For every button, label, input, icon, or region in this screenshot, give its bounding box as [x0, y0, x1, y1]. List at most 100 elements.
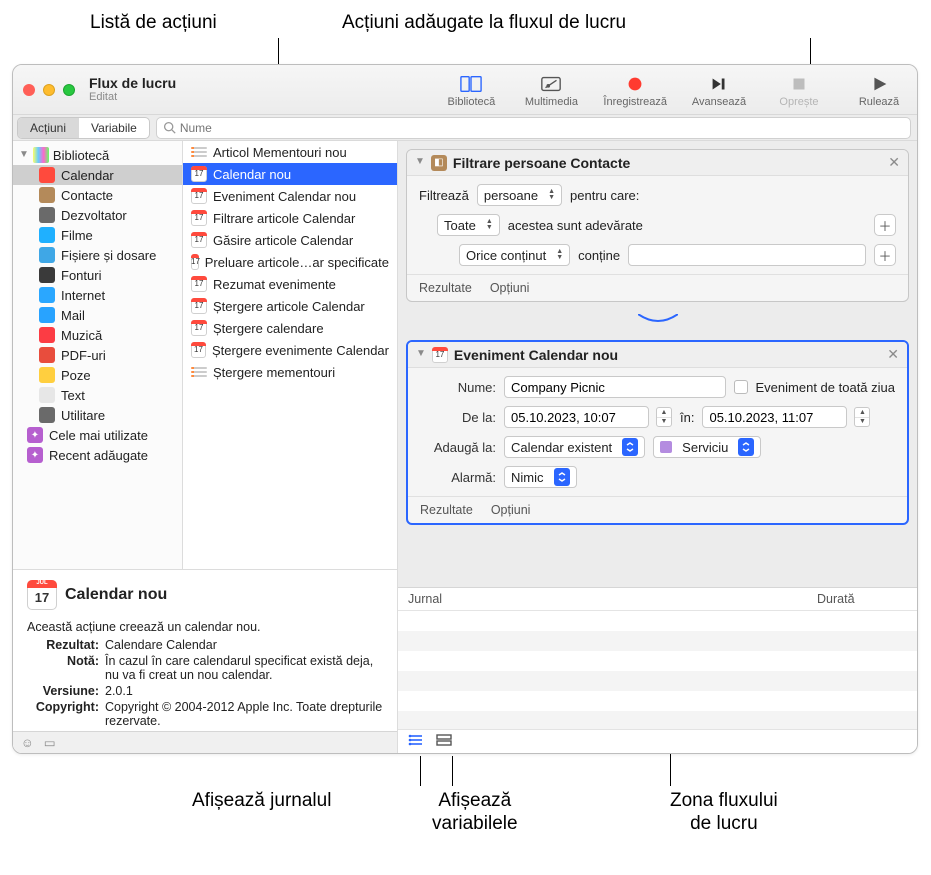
- to-stepper[interactable]: ▲▼: [854, 407, 870, 427]
- category-icon: [39, 187, 55, 203]
- action-item[interactable]: Ștergere mementouri: [183, 361, 397, 383]
- card-results-button[interactable]: Rezultate: [419, 281, 472, 295]
- library-root[interactable]: ▼ Bibliotecă: [13, 145, 182, 165]
- toolbar-media-label: Multimedia: [525, 96, 578, 108]
- dropdown-icon: [554, 468, 570, 486]
- close-window-button[interactable]: [23, 84, 35, 96]
- sidebar-category-fi-iere-i-dosare[interactable]: Fișiere și dosare: [13, 245, 182, 265]
- sidebar-smart-cele-mai-utilizate[interactable]: ✦Cele mai utilizate: [13, 425, 182, 445]
- sidebar-category-filme[interactable]: Filme: [13, 225, 182, 245]
- allday-checkbox[interactable]: [734, 380, 748, 394]
- action-label: Găsire articole Calendar: [213, 233, 353, 248]
- add-criteria-button[interactable]: ＋: [874, 244, 896, 266]
- search-input[interactable]: [180, 121, 904, 135]
- info-title-row: Calendar nou: [27, 580, 383, 610]
- seg-variables[interactable]: Variabile: [78, 118, 149, 138]
- emoji-button[interactable]: ☺: [21, 736, 34, 750]
- titlebar: Flux de lucru Editat Bibliotecă Multimed…: [13, 65, 917, 115]
- annotation-action-list: Listă de acțiuni: [90, 12, 217, 35]
- category-icon: [39, 387, 55, 403]
- filter-row: Filtrează persoane ▲▼ pentru care:: [419, 184, 896, 206]
- workflow-action-filter-contacts[interactable]: ▼ ◧ Filtrare persoane Contacte ✕ Filtrea…: [406, 149, 909, 302]
- action-item[interactable]: Articol Mementouri nou: [183, 141, 397, 163]
- seg-actions[interactable]: Acțiuni: [18, 118, 78, 138]
- sidebar-smart-recent-ad-ugate[interactable]: ✦Recent adăugate: [13, 445, 182, 465]
- toolbar-library-button[interactable]: Bibliotecă: [443, 74, 499, 108]
- category-label: Contacte: [61, 188, 113, 203]
- workflow-action-new-calendar-event[interactable]: ▼ Eveniment Calendar nou ✕ Nume: Evenime…: [406, 340, 909, 525]
- chevron-down-icon[interactable]: ▼: [19, 149, 29, 160]
- toolbar-record-label: Înregistrează: [603, 96, 667, 108]
- action-item[interactable]: Calendar nou: [183, 163, 397, 185]
- annotation-workflow-area: Zona fluxului de lucru: [670, 790, 778, 836]
- chevron-down-icon[interactable]: ▼: [415, 156, 425, 167]
- card-options-button[interactable]: Opțiuni: [491, 503, 531, 517]
- smart-folder-icon: ✦: [27, 427, 43, 443]
- sidebar-category-utilitare[interactable]: Utilitare: [13, 405, 182, 425]
- sidebar-category-fonturi[interactable]: Fonturi: [13, 265, 182, 285]
- from-stepper[interactable]: ▲▼: [656, 407, 672, 427]
- annotation-show-log: Afișează jurnalul: [192, 790, 331, 813]
- remove-action-button[interactable]: ✕: [888, 154, 900, 171]
- sidebar-category-dezvoltator[interactable]: Dezvoltator: [13, 205, 182, 225]
- info-statusbar: ☺ ▭: [13, 731, 397, 753]
- fullscreen-window-button[interactable]: [63, 84, 75, 96]
- panel-toggle-button[interactable]: ▭: [44, 735, 56, 750]
- filter-people-select[interactable]: persoane ▲▼: [477, 184, 562, 206]
- toolbar-media-button[interactable]: Multimedia: [523, 74, 579, 108]
- action-label: Preluare articole…ar specificate: [205, 255, 389, 270]
- sidebar-category-internet[interactable]: Internet: [13, 285, 182, 305]
- action-item[interactable]: Filtrare articole Calendar: [183, 207, 397, 229]
- library-root-label: Bibliotecă: [53, 148, 109, 163]
- criteria-value-input[interactable]: [628, 244, 866, 266]
- toolbar-stop-button[interactable]: Oprește: [771, 74, 827, 108]
- category-label: Utilitare: [61, 408, 105, 423]
- toolbar-step-button[interactable]: Avansează: [691, 74, 747, 108]
- event-name-input[interactable]: [504, 376, 726, 398]
- category-label: Dezvoltator: [61, 208, 127, 223]
- chevron-down-icon[interactable]: ▼: [416, 348, 426, 359]
- sidebar-category-text[interactable]: Text: [13, 385, 182, 405]
- show-variables-button[interactable]: [436, 733, 452, 750]
- alarm-select[interactable]: Nimic: [504, 466, 577, 488]
- sidebar-category-muzic-[interactable]: Muzică: [13, 325, 182, 345]
- select-value: Orice conținut: [466, 248, 546, 263]
- toolbar: Bibliotecă Multimedia Înregistrează Avan…: [443, 72, 907, 108]
- info-version-key: Versiune:: [27, 684, 99, 698]
- sidebar-category-poze[interactable]: Poze: [13, 365, 182, 385]
- search-field[interactable]: [156, 117, 911, 139]
- minimize-window-button[interactable]: [43, 84, 55, 96]
- toolbar-record-button[interactable]: Înregistrează: [603, 74, 667, 108]
- action-item[interactable]: Ștergere articole Calendar: [183, 295, 397, 317]
- calendar-icon: [191, 320, 207, 336]
- action-item[interactable]: Rezumat evenimente: [183, 273, 397, 295]
- add-criteria-button[interactable]: ＋: [874, 214, 896, 236]
- toolbar-library-label: Bibliotecă: [448, 96, 496, 108]
- action-item[interactable]: Ștergere evenimente Calendar: [183, 339, 397, 361]
- sidebar-category-pdf-uri[interactable]: PDF-uri: [13, 345, 182, 365]
- card-options-button[interactable]: Opțiuni: [490, 281, 530, 295]
- action-item[interactable]: Eveniment Calendar nou: [183, 185, 397, 207]
- action-item[interactable]: Găsire articole Calendar: [183, 229, 397, 251]
- to-datetime-input[interactable]: [702, 406, 847, 428]
- remove-action-button[interactable]: ✕: [887, 346, 899, 363]
- sidebar-category-contacte[interactable]: Contacte: [13, 185, 182, 205]
- show-log-button[interactable]: [408, 733, 424, 750]
- toolbar-run-button[interactable]: Rulează: [851, 74, 907, 108]
- category-icon: [39, 247, 55, 263]
- sidebar-category-mail[interactable]: Mail: [13, 305, 182, 325]
- from-datetime-input[interactable]: [504, 406, 649, 428]
- criteria-content-select[interactable]: Orice conținut ▲▼: [459, 244, 570, 266]
- criteria-all-select[interactable]: Toate ▲▼: [437, 214, 500, 236]
- card-results-button[interactable]: Rezultate: [420, 503, 473, 517]
- category-label: Poze: [61, 368, 91, 383]
- toolbar-stop-label: Oprește: [779, 96, 818, 108]
- calendar-select[interactable]: Serviciu: [653, 436, 761, 458]
- addto-select[interactable]: Calendar existent: [504, 436, 645, 458]
- action-item[interactable]: Ștergere calendare: [183, 317, 397, 339]
- category-label: Filme: [61, 228, 93, 243]
- action-item[interactable]: Preluare articole…ar specificate: [183, 251, 397, 273]
- sidebar-category-calendar[interactable]: Calendar: [13, 165, 182, 185]
- calendar-icon: [191, 188, 207, 204]
- workflow-area[interactable]: ▼ ◧ Filtrare persoane Contacte ✕ Filtrea…: [398, 141, 917, 587]
